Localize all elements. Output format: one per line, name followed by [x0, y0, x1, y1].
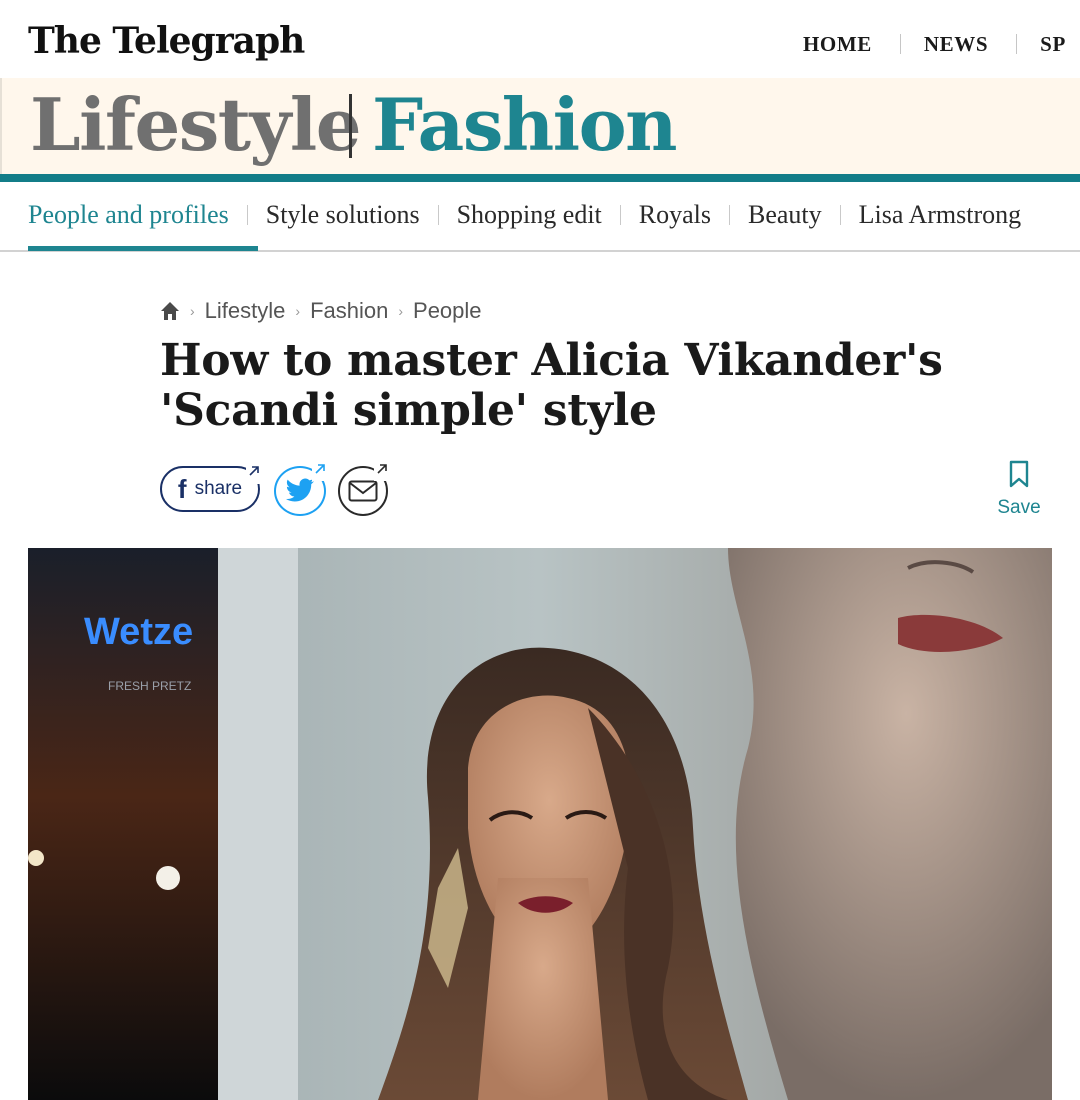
article-headline: How to master Alicia Vikander's 'Scandi …: [160, 335, 943, 436]
bookmark-icon: [1009, 460, 1029, 488]
top-nav: HOME NEWS SP: [780, 22, 1080, 66]
article-hero-image[interactable]: Wetze FRESH PRETZ: [28, 548, 1052, 1100]
subnav-active-indicator: [28, 246, 258, 251]
subnav-separator: [839, 205, 841, 225]
chevron-right-icon: ›: [295, 303, 301, 319]
subnav-separator: [619, 205, 621, 225]
telegraph-logo[interactable]: The Telegraph: [28, 18, 305, 64]
subnav-beauty[interactable]: Beauty: [734, 200, 836, 230]
twitter-icon: [285, 478, 315, 504]
subnav-separator: [437, 205, 439, 225]
hero-photo: Wetze FRESH PRETZ: [28, 548, 1052, 1100]
chevron-right-icon: ›: [398, 303, 404, 319]
nav-home[interactable]: HOME: [780, 32, 900, 57]
breadcrumb: › Lifestyle › Fashion › People: [160, 298, 482, 324]
external-link-icon: [312, 462, 328, 481]
store-sign-subtext: FRESH PRETZ: [108, 679, 191, 693]
nav-sport[interactable]: SP: [1017, 32, 1080, 57]
breadcrumb-fashion[interactable]: Fashion: [310, 298, 388, 324]
section-rule: [0, 174, 1080, 182]
breadcrumb-lifestyle[interactable]: Lifestyle: [205, 298, 286, 324]
twitter-share-button[interactable]: [274, 462, 328, 516]
section-title[interactable]: Fashion: [372, 80, 677, 170]
chevron-right-icon: ›: [190, 303, 195, 319]
subnav-separator: [246, 205, 248, 225]
section-banner: Lifestyle Fashion: [0, 78, 1080, 174]
facebook-share-button[interactable]: f share: [160, 462, 262, 512]
section-subnav: People and profiles Style solutions Shop…: [0, 182, 1080, 252]
section-divider: [349, 94, 352, 158]
subnav-style-solutions[interactable]: Style solutions: [252, 200, 434, 230]
subnav-people-and-profiles[interactable]: People and profiles: [28, 200, 243, 230]
breadcrumb-people[interactable]: People: [413, 298, 482, 324]
subnav-shopping-edit[interactable]: Shopping edit: [443, 200, 616, 230]
facebook-share-label: share: [194, 478, 243, 499]
nav-news[interactable]: NEWS: [901, 32, 1016, 57]
subnav-royals[interactable]: Royals: [625, 200, 725, 230]
external-link-icon: [246, 462, 262, 484]
save-label: Save: [997, 497, 1041, 518]
email-share-button[interactable]: [338, 462, 390, 516]
section-parent-title[interactable]: Lifestyle: [30, 80, 362, 170]
facebook-icon: f: [177, 473, 187, 504]
subnav-separator: [729, 205, 730, 225]
subnav-lisa-armstrong[interactable]: Lisa Armstrong: [845, 200, 1036, 230]
envelope-icon: [348, 480, 378, 502]
home-icon[interactable]: [160, 301, 180, 321]
top-bar: The Telegraph HOME NEWS SP: [0, 0, 1080, 78]
store-sign-text: Wetze: [84, 611, 193, 653]
external-link-icon: [374, 462, 390, 481]
save-button[interactable]: Save: [992, 460, 1046, 519]
